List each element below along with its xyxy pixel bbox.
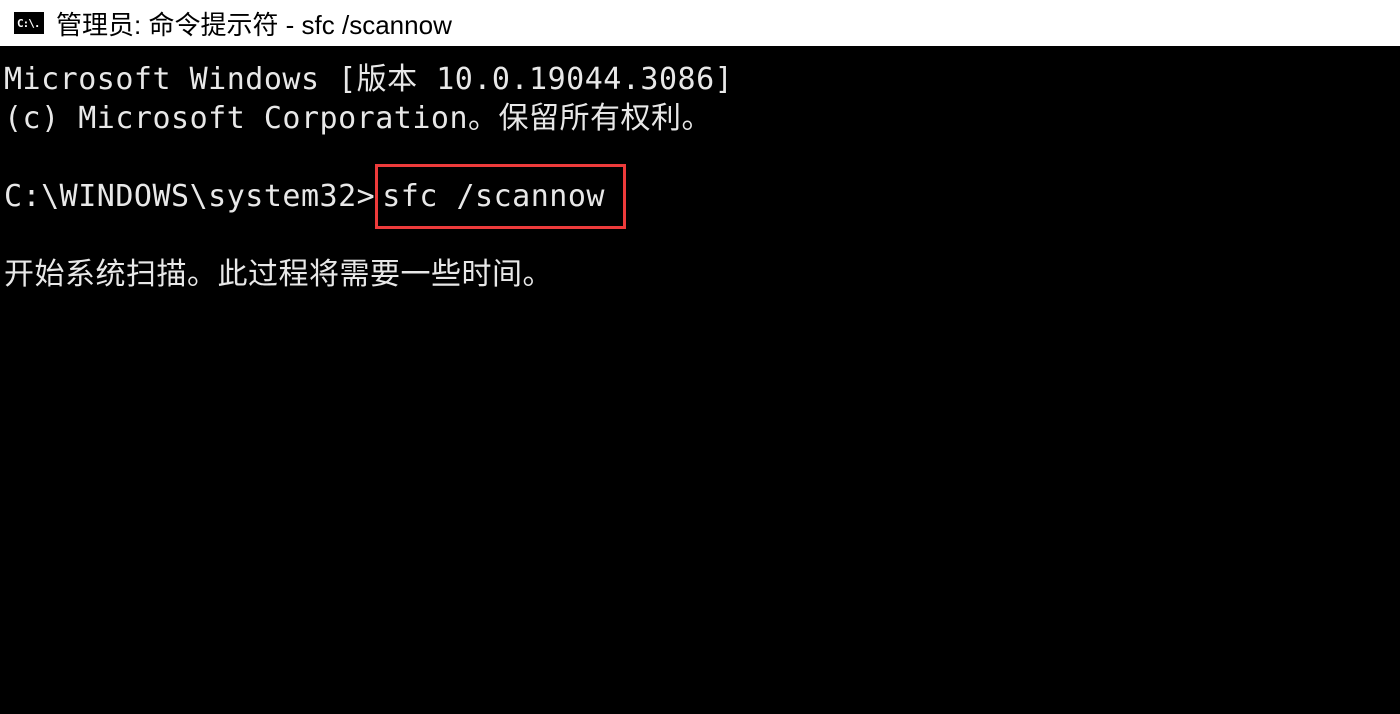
prompt-path: C:\WINDOWS\system32> (4, 177, 375, 216)
terminal-area[interactable]: Microsoft Windows [版本 10.0.19044.3086] (… (0, 46, 1400, 294)
blank-line (0, 138, 1400, 176)
command-highlight-box: sfc /scannow (375, 164, 626, 229)
scan-output-line: 开始系统扫描。此过程将需要一些时间。 (0, 255, 1400, 294)
window-titlebar[interactable]: C:\. 管理员: 命令提示符 - sfc /scannow (0, 0, 1400, 46)
cmd-icon: C:\. (14, 12, 44, 34)
window-title: 管理员: 命令提示符 - sfc /scannow (56, 5, 452, 42)
version-line: Microsoft Windows [版本 10.0.19044.3086] (0, 60, 1400, 99)
copyright-line: (c) Microsoft Corporation。保留所有权利。 (0, 99, 1400, 138)
cmd-icon-text: C:\. (17, 17, 40, 30)
prompt-line: C:\WINDOWS\system32>sfc /scannow (0, 176, 1400, 217)
entered-command: sfc /scannow (382, 179, 605, 214)
blank-line (0, 217, 1400, 255)
